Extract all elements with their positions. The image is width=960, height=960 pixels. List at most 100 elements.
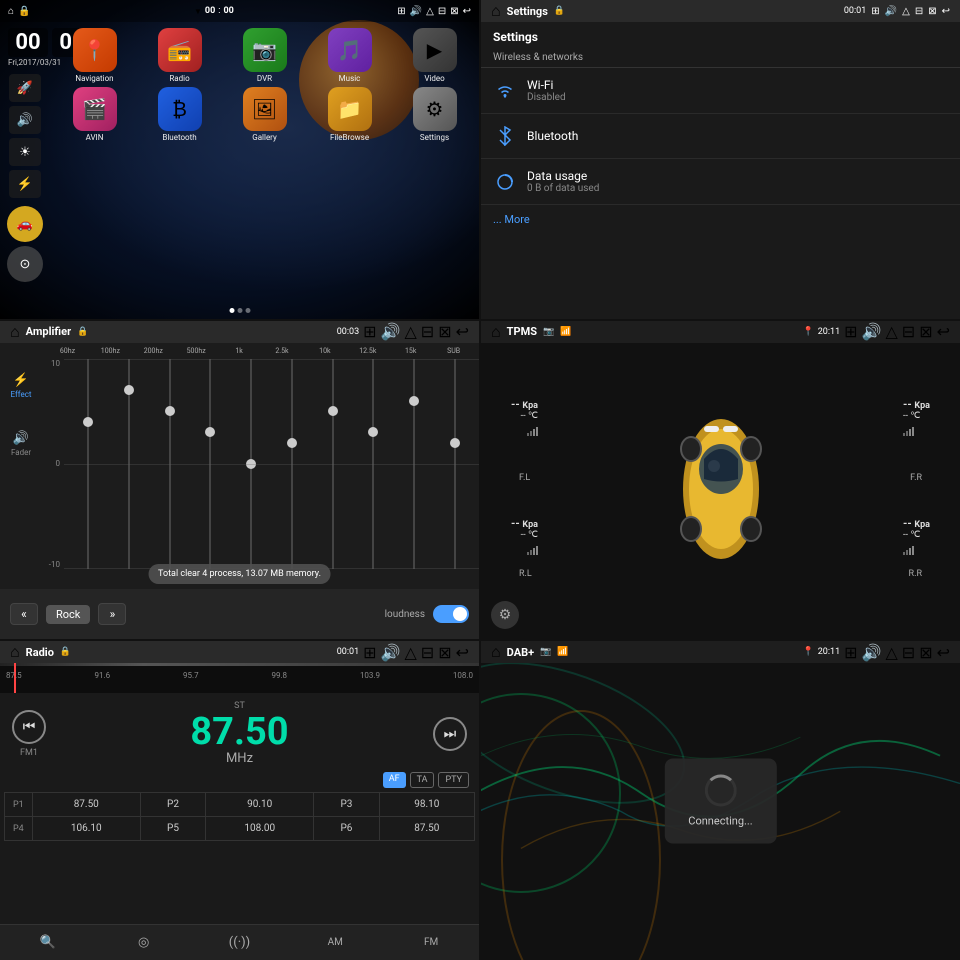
bluetooth-setting-item[interactable]: Bluetooth xyxy=(481,114,960,159)
app-dvr[interactable]: 📷DVR xyxy=(224,28,305,83)
music-app-label: Music xyxy=(339,74,361,83)
rr-bar3 xyxy=(909,548,911,555)
amp-back[interactable]: ↩ xyxy=(456,322,469,341)
amp-status-bar: ⌂ Amplifier 🔒 00:03 ⊞ 🔊 △ ⊟ ⊠ ↩ xyxy=(0,321,479,343)
app-music[interactable]: 🎵Music xyxy=(309,28,390,83)
radio-vol: 🔊 xyxy=(381,643,401,662)
tpms-back[interactable]: ↩ xyxy=(937,322,950,341)
app-bluetooth[interactable]: ₿ Bluetooth xyxy=(139,87,220,142)
eq-slider-1[interactable] xyxy=(109,359,150,570)
p1-id[interactable]: P1 xyxy=(5,793,33,817)
dab-back[interactable]: ↩ xyxy=(937,643,950,662)
scale-2: 91.6 xyxy=(94,671,110,680)
home-screen-panel: ⌂ 🔒 ▼ 00 : 00 ⊞ 🔊 △ ⊟ ⊠ ↩ 00 00 Fri,2017… xyxy=(0,0,479,319)
dab-box: ⊠ xyxy=(919,643,932,662)
loudness-toggle[interactable] xyxy=(433,605,469,623)
antenna-nav-btn[interactable]: ((·)) xyxy=(219,925,259,960)
p1-freq[interactable]: 87.50 xyxy=(32,793,140,817)
next-preset-btn[interactable]: » xyxy=(98,603,126,625)
dab-status-left: ⌂ DAB+ 📷 📶 xyxy=(491,642,569,662)
bluetooth-app-icon: ₿ xyxy=(158,87,202,131)
tpms-status-bar: ⌂ TPMS 📷 📶 📍 20:11 ⊞ 🔊 △ ⊟ ⊠ ↩ xyxy=(481,321,960,343)
radio-back[interactable]: ↩ xyxy=(456,643,469,662)
gray-btn[interactable]: ⊙ xyxy=(7,246,43,282)
volume-btn[interactable]: 🔊 xyxy=(9,106,41,134)
data-usage-setting-item[interactable]: Data usage 0 B of data used xyxy=(481,159,960,205)
radio-nav-btn[interactable]: ◎ xyxy=(124,925,164,960)
back-icon[interactable]: ↩ xyxy=(463,6,471,17)
fr-bar3 xyxy=(909,429,911,436)
search-nav-btn[interactable]: 🔍 xyxy=(28,925,68,960)
app-settings[interactable]: ⚙Settings xyxy=(394,87,475,142)
tpms-screen: ⊞ xyxy=(844,322,857,341)
amp-eject: △ xyxy=(404,322,416,341)
app-video[interactable]: ▶Video xyxy=(394,28,475,83)
radio-home-icon[interactable]: ⌂ xyxy=(10,642,20,662)
ta-btn[interactable]: TA xyxy=(410,772,435,788)
p3-id[interactable]: P3 xyxy=(314,793,379,817)
bluetooth-text: Bluetooth xyxy=(527,129,578,143)
eq-slider-2[interactable] xyxy=(149,359,190,570)
eq-slider-7[interactable] xyxy=(353,359,394,570)
eq-slider-3[interactable] xyxy=(190,359,231,570)
settings-app-icon: ⚙ xyxy=(413,87,457,131)
eq-band-label-1: 100hz xyxy=(89,347,132,359)
eq-slider-6[interactable] xyxy=(312,359,353,570)
prev-preset-btn[interactable]: « xyxy=(10,603,38,625)
eq-slider-5[interactable] xyxy=(272,359,313,570)
connecting-modal: Connecting... xyxy=(664,758,776,843)
settings-home-icon[interactable]: ⌂ xyxy=(491,1,501,21)
fader-control[interactable]: 🔊 Fader xyxy=(11,431,31,457)
fm-nav-btn[interactable]: FM xyxy=(411,925,451,960)
eq-slider-4[interactable] xyxy=(231,359,272,570)
p2-freq[interactable]: 90.10 xyxy=(206,793,314,817)
brightness-btn[interactable]: ☀ xyxy=(9,138,41,166)
dot-indicator xyxy=(229,308,250,313)
bluetooth-app-label: Bluetooth xyxy=(162,133,196,142)
s-box: ⊠ xyxy=(928,6,936,17)
radio-action-btns: AF TA PTY xyxy=(0,770,479,790)
radio-status-left: ⌂ Radio 🔒 xyxy=(10,642,71,662)
tpms-home-icon[interactable]: ⌂ xyxy=(491,322,501,342)
eq-slider-8[interactable] xyxy=(394,359,435,570)
s-back[interactable]: ↩ xyxy=(942,6,950,17)
dab-home-icon[interactable]: ⌂ xyxy=(491,642,501,662)
effect-control[interactable]: ⚡ Effect xyxy=(11,373,32,399)
wifi-setting-item[interactable]: Wi-Fi Disabled xyxy=(481,68,960,114)
app-avin[interactable]: 🎬AVIN xyxy=(54,87,135,142)
p6-freq[interactable]: 87.50 xyxy=(379,817,474,841)
skip-prev-btn[interactable]: ⏮ xyxy=(12,710,46,744)
amp-home-icon[interactable]: ⌂ xyxy=(10,322,20,342)
app-filebrowse[interactable]: 📁FileBrowse xyxy=(309,87,390,142)
p5-freq[interactable]: 108.00 xyxy=(206,817,314,841)
yellow-btn[interactable]: 🚗 xyxy=(7,206,43,242)
s-time: 00:01 xyxy=(844,6,866,16)
app-gallery[interactable]: 🖼Gallery xyxy=(224,87,305,142)
skip-next-btn[interactable]: ⏭ xyxy=(433,717,467,751)
bluetooth-name: Bluetooth xyxy=(527,129,578,143)
more-item[interactable]: ... More xyxy=(481,205,960,234)
eq-thumb-5 xyxy=(287,438,297,448)
band-label: FM1 xyxy=(20,748,38,758)
p4-freq[interactable]: 106.10 xyxy=(32,817,140,841)
p3-freq[interactable]: 98.10 xyxy=(379,793,474,817)
eq-track-2 xyxy=(169,359,171,570)
p4-id[interactable]: P4 xyxy=(5,817,33,841)
am-nav-btn[interactable]: AM xyxy=(315,925,355,960)
fr-signal xyxy=(903,426,914,436)
app-navigation[interactable]: 📍Navigation xyxy=(54,28,135,83)
rr-temp: -- ℃ xyxy=(903,530,930,540)
rocket-btn[interactable]: 🚀 xyxy=(9,74,41,102)
eq-slider-9[interactable] xyxy=(434,359,475,570)
equalizer-btn[interactable]: ⚡ xyxy=(9,170,41,198)
rl-tire-info: -- Kpa -- ℃ xyxy=(511,517,538,559)
af-btn[interactable]: AF xyxy=(383,772,406,788)
home-icon-left[interactable]: ⌂ xyxy=(8,6,14,17)
pty-btn[interactable]: PTY xyxy=(438,772,469,788)
eq-slider-0[interactable] xyxy=(68,359,109,570)
p6-id[interactable]: P6 xyxy=(314,817,379,841)
tpms-settings-btn[interactable]: ⚙ xyxy=(491,601,519,629)
p5-id[interactable]: P5 xyxy=(140,817,205,841)
app-radio[interactable]: 📻Radio xyxy=(139,28,220,83)
p2-id[interactable]: P2 xyxy=(140,793,205,817)
